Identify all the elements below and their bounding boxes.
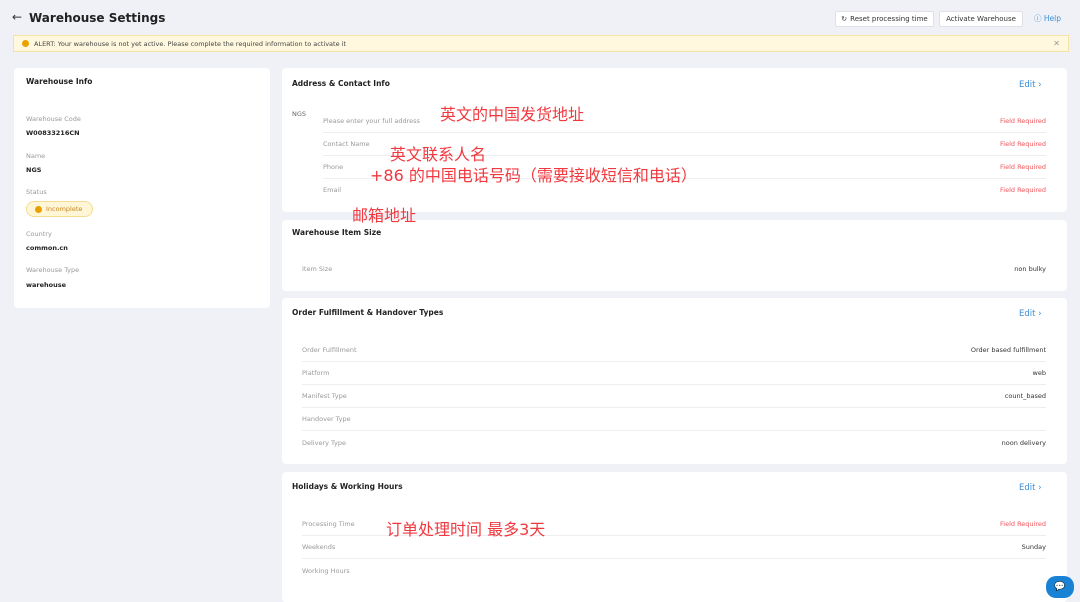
chevron-right-icon: › — [1038, 483, 1042, 493]
activate-warehouse-button[interactable]: Activate Warehouse — [939, 11, 1023, 27]
field-label: Warehouse Code — [26, 115, 81, 123]
table-row: Delivery Type noon delivery — [302, 438, 1046, 447]
annotation: +86 的中国电话号码（需要接收短信和电话） — [370, 166, 697, 185]
address-card: Address & Contact Info Edit › NGS Please… — [282, 68, 1067, 212]
warning-icon — [22, 40, 29, 47]
image-placeholder: NGS — [292, 110, 307, 118]
annotation: 邮箱地址 — [352, 206, 417, 225]
field-label: Country — [26, 230, 52, 238]
chevron-right-icon: › — [1038, 80, 1042, 90]
field-label: Warehouse Type — [26, 266, 80, 274]
field-value: common.cn — [26, 244, 68, 252]
table-row: Handover Type — [302, 408, 1046, 431]
item-size-card: Warehouse Item Size Item Size non bulky — [282, 220, 1067, 291]
card-title: Order Fulfillment & Handover Types — [292, 308, 444, 317]
chat-icon: 💬 — [1054, 582, 1066, 592]
edit-fulfillment-link[interactable]: Edit › — [1019, 309, 1042, 319]
field-value: W00833216CN — [26, 129, 80, 137]
table-row: Platform web — [302, 362, 1046, 385]
annotation: 英文的中国发货地址 — [440, 105, 585, 124]
field-label: Status — [26, 188, 47, 196]
reset-processing-time-button[interactable]: ↻ Reset processing time — [835, 11, 934, 27]
back-arrow-icon[interactable]: ← — [12, 10, 22, 24]
warehouse-info-card: Warehouse Info Warehouse Code W00833216C… — [14, 68, 270, 308]
edit-address-link[interactable]: Edit › — [1019, 80, 1042, 90]
card-title: Warehouse Item Size — [292, 228, 382, 237]
field-value: NGS — [26, 166, 42, 174]
close-icon[interactable]: ✕ — [1053, 39, 1060, 48]
table-row: Item Size non bulky — [302, 264, 1046, 273]
field-value: warehouse — [26, 281, 67, 289]
help-link[interactable]: ⓘ Help — [1034, 13, 1061, 24]
reset-icon: ↻ — [841, 15, 848, 23]
card-title: Holidays & Working Hours — [292, 482, 403, 491]
table-row: Order Fulfillment Order based fulfillment — [302, 339, 1046, 362]
chevron-right-icon: › — [1038, 309, 1042, 319]
alert-banner: ALERT: Your warehouse is not yet active.… — [13, 35, 1069, 52]
status-badge: Incomplete — [26, 201, 94, 217]
fulfillment-card: Order Fulfillment & Handover Types Edit … — [282, 298, 1067, 464]
page-title: Warehouse Settings — [29, 11, 166, 25]
help-icon: ⓘ — [1034, 14, 1042, 23]
card-title: Warehouse Info — [26, 77, 93, 86]
card-title: Address & Contact Info — [292, 79, 390, 88]
table-row: Working Hours — [302, 566, 350, 575]
annotation: 订单处理时间 最多3天 — [386, 520, 546, 539]
table-row: Manifest Type count_based — [302, 385, 1046, 408]
field-label: Name — [26, 152, 46, 160]
x-circle-icon — [35, 205, 42, 213]
table-row: Please enter your full address Field Requ… — [323, 110, 1046, 133]
edit-holidays-link[interactable]: Edit › — [1019, 483, 1042, 493]
